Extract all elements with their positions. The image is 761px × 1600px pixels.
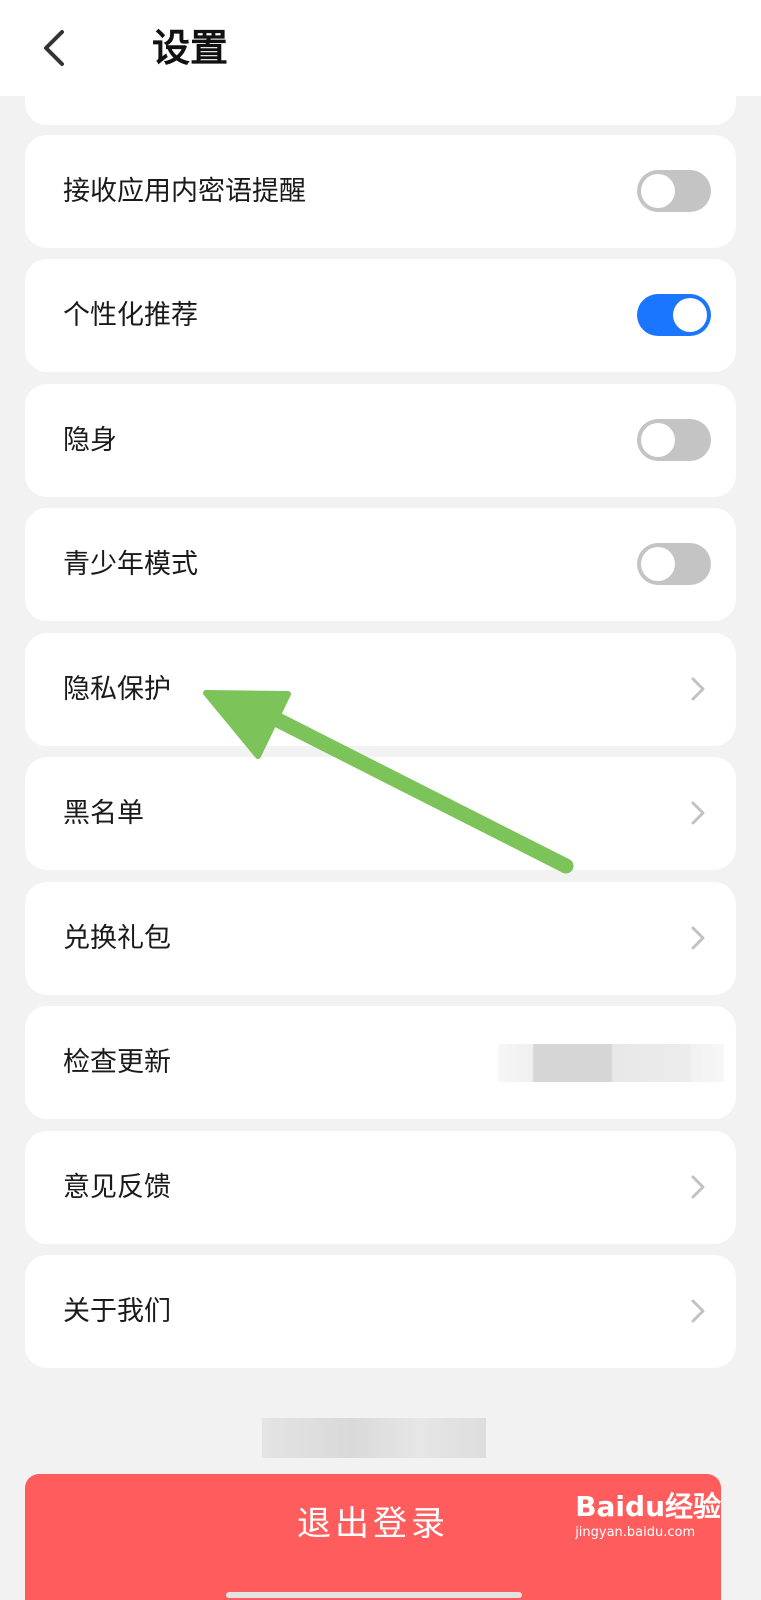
setting-row-redeem-gift[interactable]: 兑换礼包 <box>25 882 736 995</box>
personalized-recommendation-toggle[interactable] <box>637 294 711 336</box>
setting-label: 隐私保护 <box>63 674 171 705</box>
top-bar: 设置 <box>0 0 761 96</box>
setting-label: 兑换礼包 <box>63 923 171 954</box>
redacted-version-value <box>498 1044 724 1082</box>
setting-label: 个性化推荐 <box>63 300 198 331</box>
setting-row-privacy-protection[interactable]: 隐私保护 <box>25 633 736 746</box>
chevron-right-icon <box>691 1299 705 1323</box>
setting-row-personalized-recommendation[interactable]: 个性化推荐 <box>25 259 736 372</box>
toggle-knob <box>641 174 675 208</box>
setting-row-invisible[interactable]: 隐身 <box>25 384 736 497</box>
chat-reminder-toggle[interactable] <box>637 170 711 212</box>
chevron-right-icon <box>691 1175 705 1199</box>
setting-label: 意见反馈 <box>63 1172 171 1203</box>
toggle-knob <box>641 547 675 581</box>
setting-row-chat-reminder[interactable]: 接收应用内密语提醒 <box>25 135 736 248</box>
back-icon[interactable] <box>38 26 72 70</box>
chevron-right-icon <box>691 926 705 950</box>
toggle-knob <box>673 298 707 332</box>
teen-mode-toggle[interactable] <box>637 543 711 585</box>
setting-row-check-update[interactable]: 检查更新 <box>25 1006 736 1119</box>
setting-row-teen-mode[interactable]: 青少年模式 <box>25 508 736 621</box>
invisible-toggle[interactable] <box>637 419 711 461</box>
chevron-right-icon <box>691 677 705 701</box>
watermark-brand: Baidu经验 <box>575 1490 721 1523</box>
setting-label: 关于我们 <box>63 1296 171 1327</box>
home-indicator <box>226 1592 522 1598</box>
setting-row-blacklist[interactable]: 黑名单 <box>25 757 736 870</box>
setting-row-feedback[interactable]: 意见反馈 <box>25 1131 736 1244</box>
chevron-right-icon <box>691 801 705 825</box>
setting-label: 接收应用内密语提醒 <box>63 176 306 207</box>
setting-label: 隐身 <box>63 425 117 456</box>
toggle-knob <box>641 423 675 457</box>
setting-label: 青少年模式 <box>63 549 198 580</box>
setting-label: 检查更新 <box>63 1047 171 1078</box>
setting-label: 黑名单 <box>63 798 144 829</box>
redacted-text <box>262 1418 486 1458</box>
watermark: Baidu经验 jingyan.baidu.com <box>575 1490 721 1542</box>
watermark-url: jingyan.baidu.com <box>575 1525 696 1540</box>
setting-row-about-us[interactable]: 关于我们 <box>25 1255 736 1368</box>
page-title: 设置 <box>152 26 229 70</box>
